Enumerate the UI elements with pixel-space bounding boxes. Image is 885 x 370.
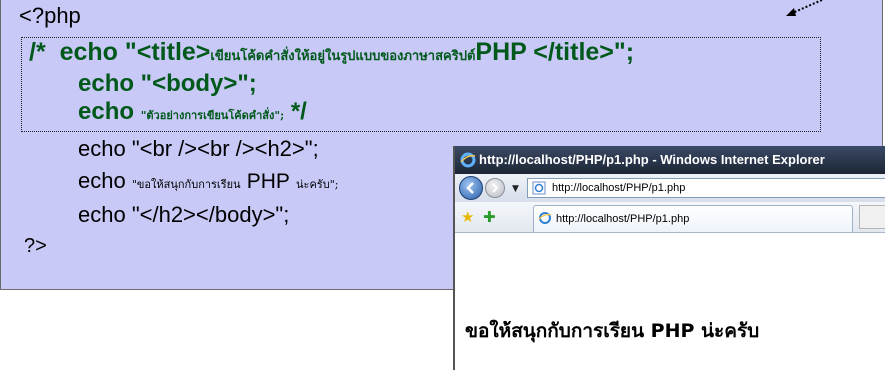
fun-thai-text: "ขอให้สนุกกับการเรียน: [131, 178, 241, 191]
back-arrow-icon: [466, 182, 474, 194]
code-line-1: /* echo "<title>เขียนโค้ดคำสั่งให้อยู่ใน…: [29, 40, 634, 65]
php-word: PHP: [246, 170, 290, 193]
example-thai-text: "ตัวอย่างการเขียนโค้ดคำสั่ง";: [140, 109, 285, 122]
echo-keyword: echo: [78, 168, 126, 193]
window-titlebar[interactable]: http://localhost/PHP/p1.php - Windows In…: [455, 146, 885, 174]
code-line-6: echo "</h2></body>";: [78, 202, 290, 227]
code-line-3: echo "ตัวอย่างการเขียนโค้ดคำสั่ง"; */: [78, 100, 307, 124]
ie-icon: [460, 152, 476, 168]
tab-label: http://localhost/PHP/p1.php: [556, 213, 690, 225]
favorites-star-icon[interactable]: ★: [461, 208, 474, 226]
add-favorite-icon[interactable]: ✚: [483, 208, 496, 226]
pointer-arrow-icon: [786, 0, 823, 16]
echo-keyword: echo: [78, 98, 135, 125]
code-line-4: echo "<br /><br /><h2>";: [78, 136, 319, 161]
tab-ie-icon: [538, 212, 552, 224]
php-open-tag: <?php: [19, 3, 81, 28]
back-button[interactable]: [459, 176, 483, 200]
new-tab-button[interactable]: [859, 205, 885, 229]
page-icon: [532, 181, 546, 195]
navigation-bar: ▼ http://localhost/PHP/p1.php: [455, 174, 885, 202]
page-heading: ขอให้สนุกกับการเรียน PHP น่ะครับ: [465, 320, 760, 342]
forward-arrow-icon: [492, 183, 499, 193]
code-line-5: echo "ขอให้สนุกกับการเรียน PHP น่ะครับ";: [78, 168, 339, 193]
krub-thai-text: น่ะครับ";: [296, 178, 339, 191]
comment-open: /*: [29, 38, 46, 66]
address-text: http://localhost/PHP/p1.php: [552, 182, 686, 194]
title-thai-text: เขียนโค้ดคำสั่งให้อยู่ในรูปแบบของภาษาสคร…: [210, 49, 476, 64]
comment-close: */: [290, 98, 307, 125]
favorites-bar: ★ ✚ http://localhost/PHP/p1.php: [455, 202, 885, 233]
browser-window: http://localhost/PHP/p1.php - Windows In…: [453, 146, 885, 370]
window-title: http://localhost/PHP/p1.php - Windows In…: [479, 152, 825, 167]
address-bar[interactable]: http://localhost/PHP/p1.php: [527, 178, 885, 198]
browser-tab[interactable]: http://localhost/PHP/p1.php: [533, 205, 853, 232]
title-php: PHP </title>";: [475, 38, 635, 66]
php-close-tag: ?>: [24, 235, 47, 257]
echo-title: echo "<title>: [59, 38, 211, 66]
code-line-2: echo "<body>";: [78, 70, 257, 97]
history-dropdown-icon[interactable]: ▼: [512, 184, 519, 194]
forward-button[interactable]: [485, 178, 505, 198]
